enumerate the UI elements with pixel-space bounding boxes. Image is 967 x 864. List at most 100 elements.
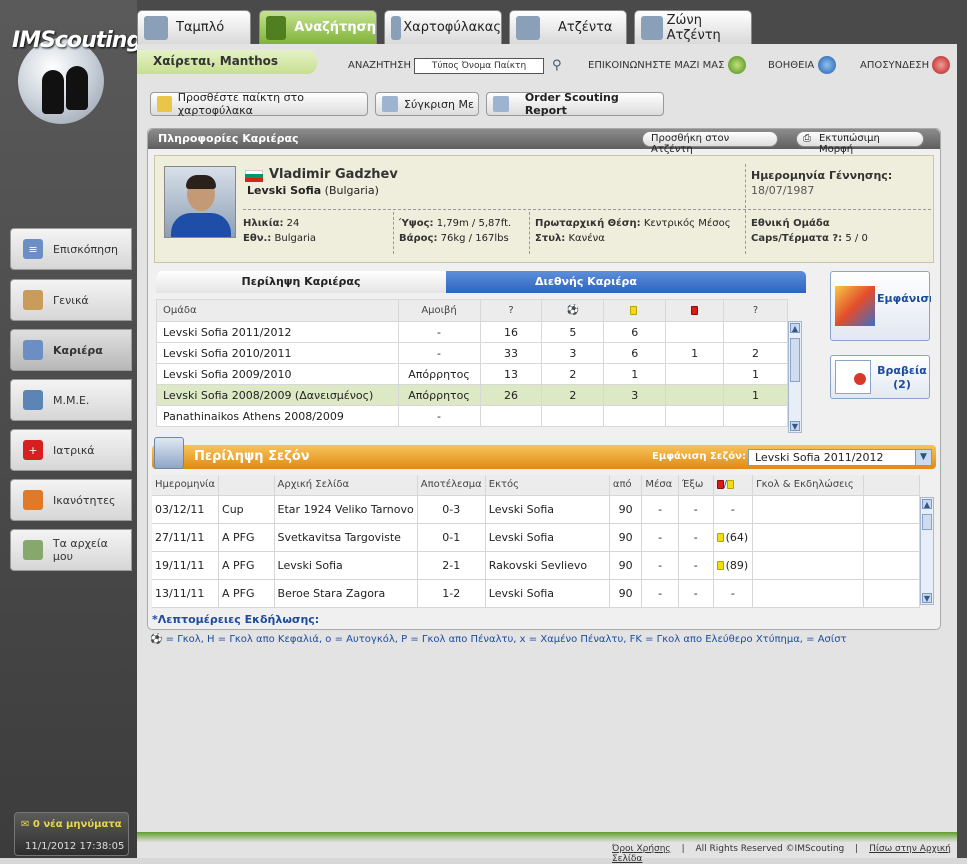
career-info-panel: Πληροφορίες Καριέρας Προσθήκη στον Ατζέν… [147, 128, 941, 630]
table-row[interactable]: Levski Sofia 2011/2012-16 5 6 [156, 321, 788, 343]
contact-icon[interactable] [728, 56, 746, 74]
player-name: Vladimir Gadzhev [269, 167, 398, 182]
envelope-icon: ✉ [21, 819, 30, 830]
compare-button[interactable]: Σύγκριση Με [375, 92, 479, 116]
red-card-icon [716, 479, 724, 489]
scroll-down-icon[interactable]: ▼ [790, 421, 800, 431]
scroll-down-icon[interactable]: ▼ [922, 593, 932, 603]
tab-portfolio[interactable]: Χαρτοφύλακας [384, 10, 502, 44]
tab-career-summary[interactable]: Περίληψη Καριέρας [156, 271, 446, 293]
contact-link[interactable]: ΕΠΙΚΟΙΝΩΝΗΣΤΕ ΜΑΖΙ ΜΑΣ [588, 60, 724, 71]
general-icon [23, 290, 43, 310]
table-row[interactable]: Levski Sofia 2009/2010 Απόρρητος 13 2 1 1 [156, 363, 788, 385]
tab-search[interactable]: Αναζήτηση [259, 10, 377, 44]
add-to-portfolio-button[interactable]: Προσθέστε παίκτη στο χαρτοφύλακα [150, 91, 368, 117]
career-icon [23, 340, 43, 360]
sidebar-item-overview[interactable]: ≡ Επισκόπηση [10, 228, 132, 270]
awards-label: Βραβεία [877, 364, 927, 377]
portfolio-icon [391, 15, 402, 40]
report-icon [493, 96, 509, 112]
files-icon [23, 540, 43, 560]
table-row[interactable]: 03/12/11 Cup Etar 1924 Veliko Tarnovo 0-3 Le… [152, 495, 921, 524]
caps-label: Caps/Τέρματα ?: [751, 233, 843, 244]
medical-cross-icon: + [23, 440, 43, 460]
season-summary-bar: Περίληψη Σεζόν Εμφάνιση Σεζόν: Levski So… [152, 437, 936, 469]
show-graph-button[interactable]: Εμφάνιση γραφήματ [830, 271, 931, 341]
height-label: Ύψος: [399, 218, 434, 229]
order-report-button[interactable]: Order Scouting Report [486, 91, 664, 117]
panel-header: Πληροφορίες Καριέρας Προσθήκη στον Ατζέν… [148, 129, 940, 155]
position-value: Κεντρικός Μέσος [643, 218, 731, 229]
nationality-label: Εθν.: [243, 233, 272, 244]
sidebar-item-files[interactable]: Τα αρχεία μου [10, 529, 132, 571]
table-row[interactable]: 27/11/11 A PFG Svetkavitsa Targoviste 0-1 Le… [152, 523, 921, 552]
printable-button[interactable]: ⎙ Εκτυπώσιμη Μορφή [796, 131, 924, 155]
messages-box[interactable]: ✉ 0 νέα μηνύματα 11/1/2012 17:38:05 [14, 812, 129, 856]
datetime: 11/1/2012 17:38:05 [25, 841, 125, 852]
imscouting-logo[interactable]: IMScouting [12, 18, 142, 124]
style-label: Στυλ: [535, 233, 566, 244]
scroll-up-icon[interactable]: ▲ [790, 323, 800, 333]
tab-agent-zone[interactable]: Ζώνη Ατζέντη [634, 10, 752, 44]
sidebar-item-label: Ιατρικά [53, 443, 95, 457]
agent-zone-icon [641, 15, 663, 40]
add-to-agenda-button[interactable]: Προσθήκη στον Ατζέντη [642, 131, 778, 155]
search-label: ΑΝΑΖΗΤΗΣΗ [348, 60, 411, 71]
season-select-label: Εμφάνιση Σεζόν: [652, 451, 746, 462]
bulgaria-flag-icon [245, 170, 263, 182]
tab-agenda[interactable]: Ατζέντα [509, 10, 627, 44]
club-country: (Bulgaria) [324, 184, 379, 197]
table-row[interactable]: Panathinaikos Athens 2008/2009- [156, 405, 788, 427]
player-search-input[interactable]: Τύπος Όνομα Παίκτη [414, 58, 544, 74]
sidebar-item-skills[interactable]: Ικανότητες [10, 479, 132, 521]
certificate-icon [835, 360, 871, 394]
tab-dashboard[interactable]: Ταμπλό [137, 10, 251, 44]
search-icon[interactable]: ⚲ [552, 58, 562, 73]
footer: Όροι Χρήσης | All Rights Reserved ©IMSco… [612, 844, 967, 864]
sidebar-item-general[interactable]: Γενικά [10, 279, 132, 321]
star-portfolio-icon [157, 96, 172, 112]
chevron-down-icon[interactable]: ▼ [915, 450, 931, 465]
matches-scrollbar[interactable]: ▲ ▼ [920, 497, 934, 605]
age-label: Ηλικία: [243, 218, 284, 229]
col-away: Εκτός [485, 475, 610, 496]
col-team: Ομάδα [156, 299, 399, 322]
col-date: Ημερομηνία [152, 475, 220, 496]
sidebar-item-label: Επισκόπηση [53, 242, 119, 256]
table-row[interactable]: Levski Sofia 2008/2009 (Δανεισμένος) Απόρ… [156, 384, 788, 406]
agenda-icon [516, 15, 540, 40]
terms-link[interactable]: Όροι Χρήσης [612, 844, 671, 854]
yellow-card-icon [716, 561, 724, 570]
player-photo [164, 166, 236, 238]
search-people-icon [266, 15, 287, 40]
table-row[interactable]: 13/11/11 A PFG Beroe Stara Zagora 1-2 Levski… [152, 579, 921, 608]
help-icon[interactable] [818, 56, 836, 74]
table-row[interactable]: Levski Sofia 2010/2011-33 3 6 1 2 [156, 342, 788, 364]
career-scrollbar[interactable]: ▲ ▼ [788, 321, 802, 433]
messages-count: 0 νέα μηνύματα [32, 819, 122, 830]
awards-button[interactable]: Βραβεία (2) [830, 355, 930, 399]
sidebar-item-label: Γενικά [53, 293, 89, 307]
panel-title: Πληροφορίες Καριέρας [158, 132, 299, 145]
sidebar-item-media[interactable]: Μ.Μ.Ε. [10, 379, 132, 421]
col-yellow [603, 299, 667, 322]
col-competition [218, 475, 275, 496]
copyright: All Rights Reserved ©IMScouting [695, 844, 845, 854]
logout-link[interactable]: ΑΠΟΣΥΝΔΕΣΗ [860, 60, 929, 71]
player-club: Levski Sofia [247, 184, 322, 197]
sidebar-item-label: Μ.Μ.Ε. [53, 393, 90, 407]
help-link[interactable]: ΒΟΗΘΕΙΑ [768, 60, 814, 71]
yellow-card-icon [726, 479, 734, 489]
scroll-up-icon[interactable]: ▲ [922, 499, 932, 509]
table-row[interactable]: 19/11/11 A PFG Levski Sofia 2-1 Rakovski Sev… [152, 551, 921, 580]
sidebar-item-label: Τα αρχεία μου [52, 537, 108, 563]
season-select[interactable]: Levski Sofia 2011/2012 ▼ [748, 449, 932, 466]
skills-chart-icon [23, 490, 43, 510]
sidebar-item-medical[interactable]: + Ιατρικά [10, 429, 132, 471]
logout-icon[interactable] [932, 56, 950, 74]
tab-international-career[interactable]: Διεθνής Καριέρα [456, 271, 716, 293]
scroll-thumb[interactable] [922, 514, 932, 530]
nationality-value: Bulgaria [274, 233, 316, 244]
sidebar-item-career[interactable]: Καριέρα [10, 329, 132, 371]
scroll-thumb[interactable] [790, 338, 800, 382]
